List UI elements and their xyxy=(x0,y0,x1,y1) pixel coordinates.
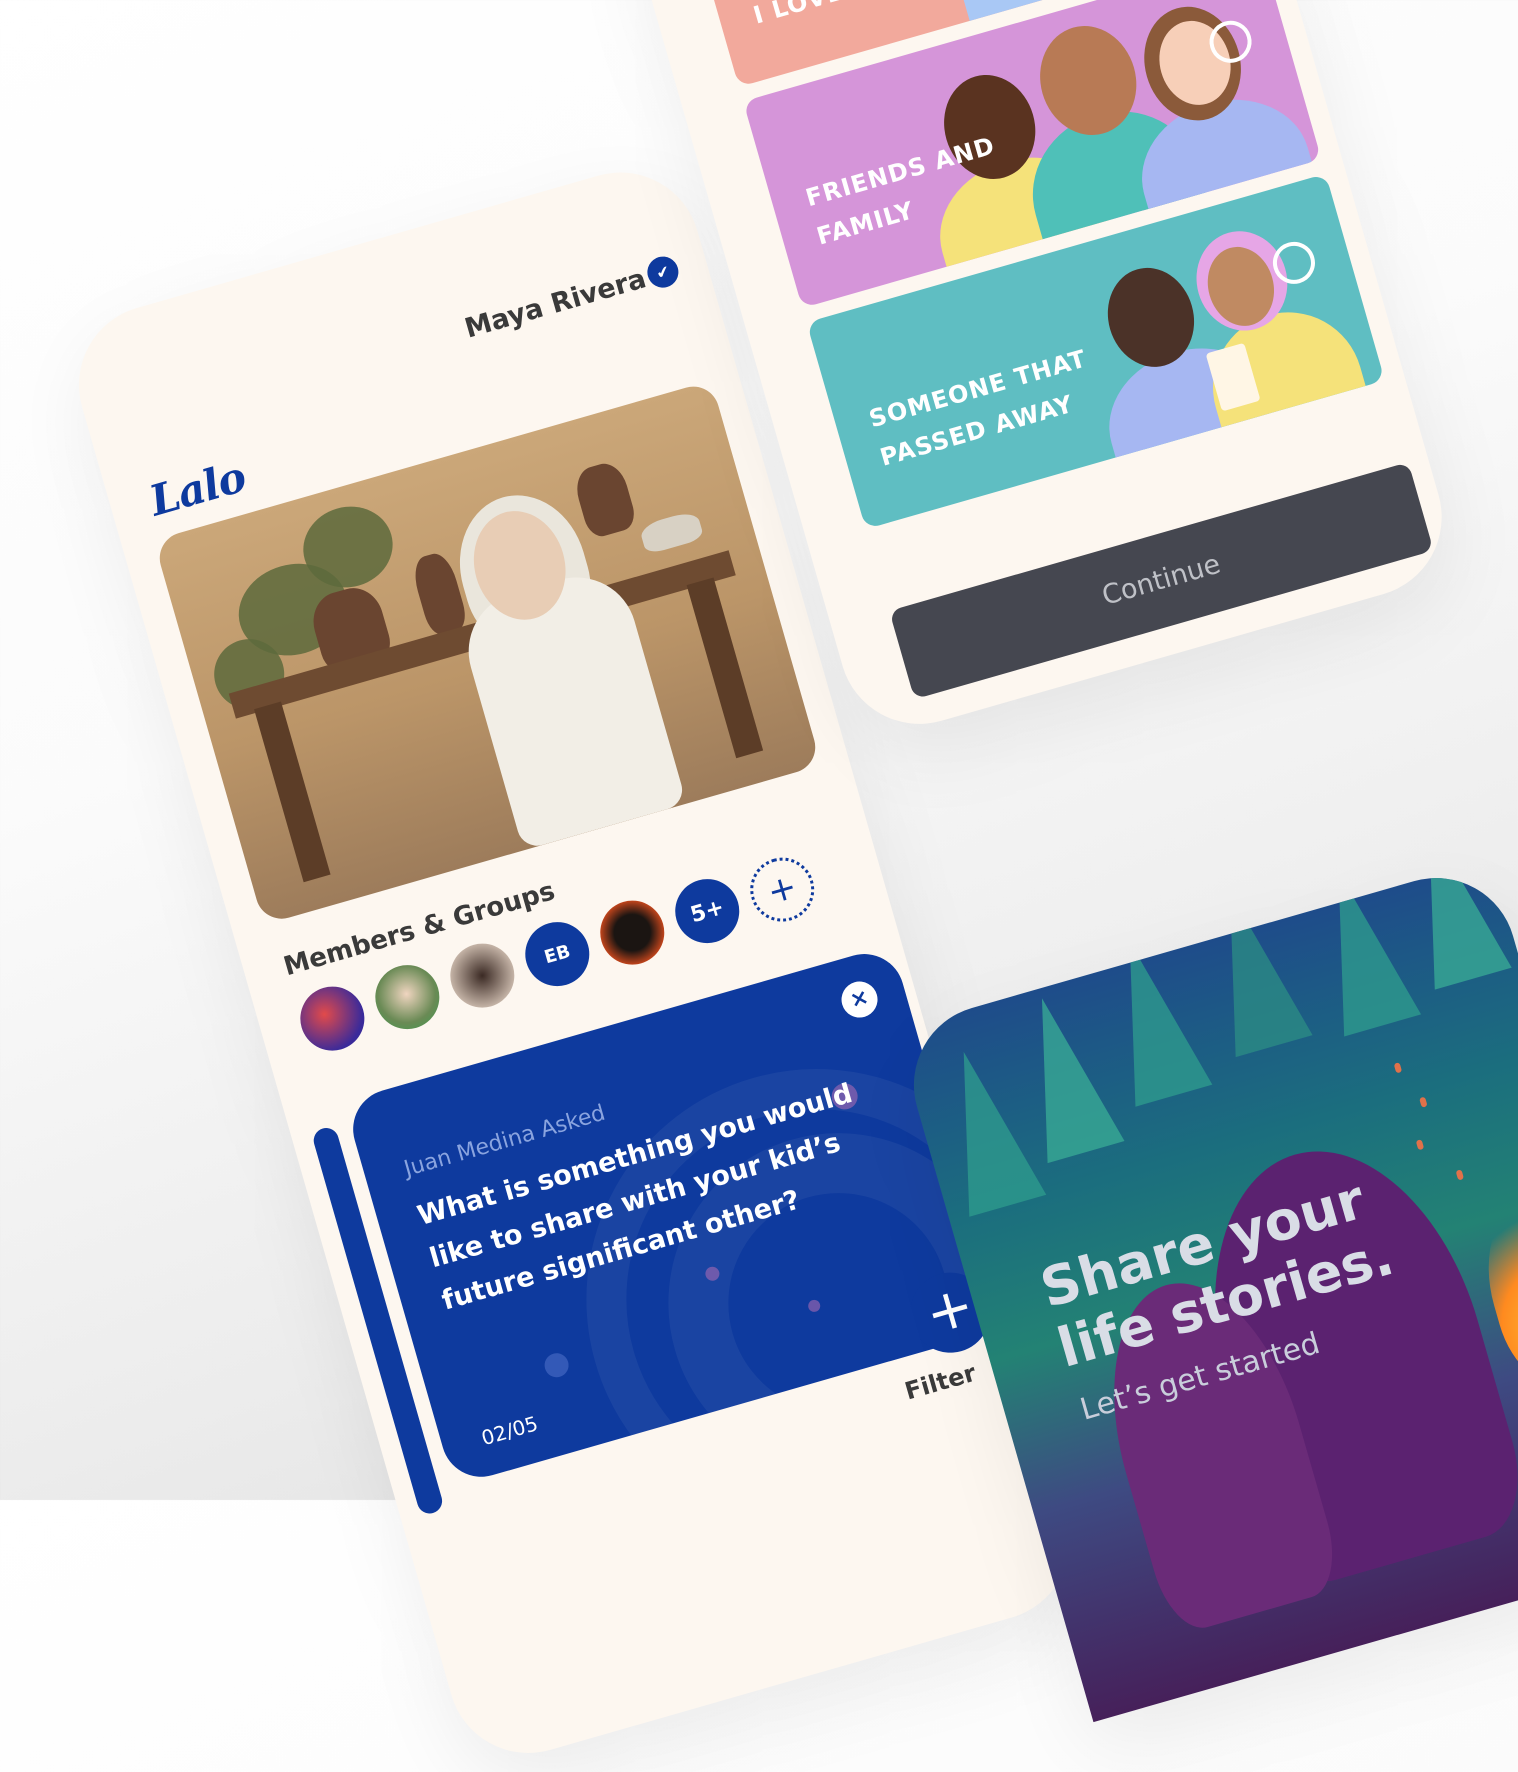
member-avatar[interactable] xyxy=(592,893,672,973)
member-avatar-initials[interactable]: EB xyxy=(517,914,597,994)
add-member-button[interactable]: + xyxy=(742,850,822,930)
member-avatar[interactable] xyxy=(442,936,522,1016)
question-pager: 02/05 xyxy=(478,1411,541,1451)
user-name[interactable]: Maya Rivera xyxy=(461,263,649,344)
close-icon[interactable]: × xyxy=(837,977,882,1022)
more-members-badge[interactable]: 5+ xyxy=(667,871,747,951)
app-logo: Lalo xyxy=(144,451,251,526)
question-card[interactable]: × Juan Medina Asked What is something yo… xyxy=(343,944,1002,1487)
filter-button[interactable]: Filter xyxy=(902,1359,979,1406)
profile-photo xyxy=(153,380,822,925)
chevron-down-icon[interactable]: ✔ xyxy=(643,252,683,292)
member-avatar[interactable] xyxy=(292,979,372,1059)
category-label: SOMEONE THAT PASSED AWAY xyxy=(865,344,1090,472)
member-avatar[interactable] xyxy=(367,957,447,1037)
